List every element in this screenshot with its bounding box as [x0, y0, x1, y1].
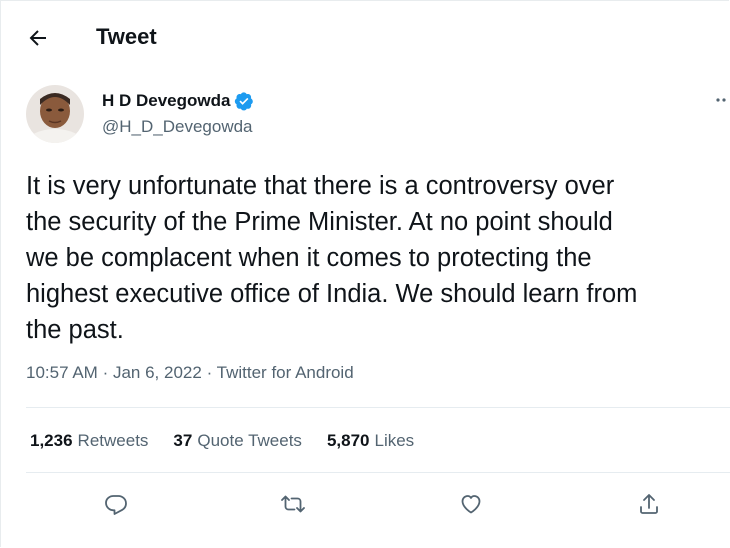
reply-icon [105, 495, 127, 515]
stat-label: Retweets [77, 431, 149, 450]
stat-label: Quote Tweets [197, 431, 302, 450]
meta-separator: · [102, 363, 109, 382]
stat-count: 5,870 [326, 431, 370, 450]
stat-retweets[interactable]: 1,236 Retweets [30, 431, 148, 451]
tweet-text: It is very unfortunate that there is a c… [26, 172, 638, 344]
meta-separator: · [206, 363, 213, 382]
author-display-name[interactable]: H D Devegowda [102, 91, 230, 111]
stat-label: Likes [374, 431, 415, 450]
like-button[interactable] [459, 492, 483, 516]
tweet-stats: 1,236 Retweets 37 Quote Tweets 5,870 Lik… [30, 430, 439, 452]
like-icon [461, 495, 481, 514]
divider [26, 407, 730, 408]
reply-button[interactable] [104, 492, 128, 516]
more-options-icon[interactable] [714, 92, 730, 108]
share-button[interactable] [637, 492, 661, 516]
arrow-left-icon[interactable] [26, 26, 50, 50]
stat-quote-tweets[interactable]: 37 Quote Tweets [173, 431, 302, 451]
retweet-button[interactable] [281, 492, 305, 516]
avatar[interactable] [26, 85, 84, 143]
stat-count: 1,236 [30, 431, 73, 450]
author-handle[interactable]: @H_D_Devegowda [102, 117, 253, 137]
tweet-meta: 10:57 AM · Jan 6, 2022 · Twitter for And… [26, 363, 354, 383]
divider [26, 472, 730, 473]
page-title: Tweet [96, 24, 157, 49]
stat-likes[interactable]: 5,870 Likes [327, 431, 414, 451]
tweet-date[interactable]: Jan 6, 2022 [113, 363, 202, 382]
share-icon [640, 494, 658, 514]
verified-badge-icon [235, 92, 254, 111]
author-name-row[interactable]: H D Devegowda [102, 90, 254, 112]
tweet-header: Tweet [0, 18, 730, 58]
tweet-time[interactable]: 10:57 AM [26, 363, 98, 382]
tweet-source[interactable]: Twitter for Android [217, 363, 354, 382]
stat-count: 37 [173, 431, 193, 450]
retweet-icon [281, 495, 305, 513]
